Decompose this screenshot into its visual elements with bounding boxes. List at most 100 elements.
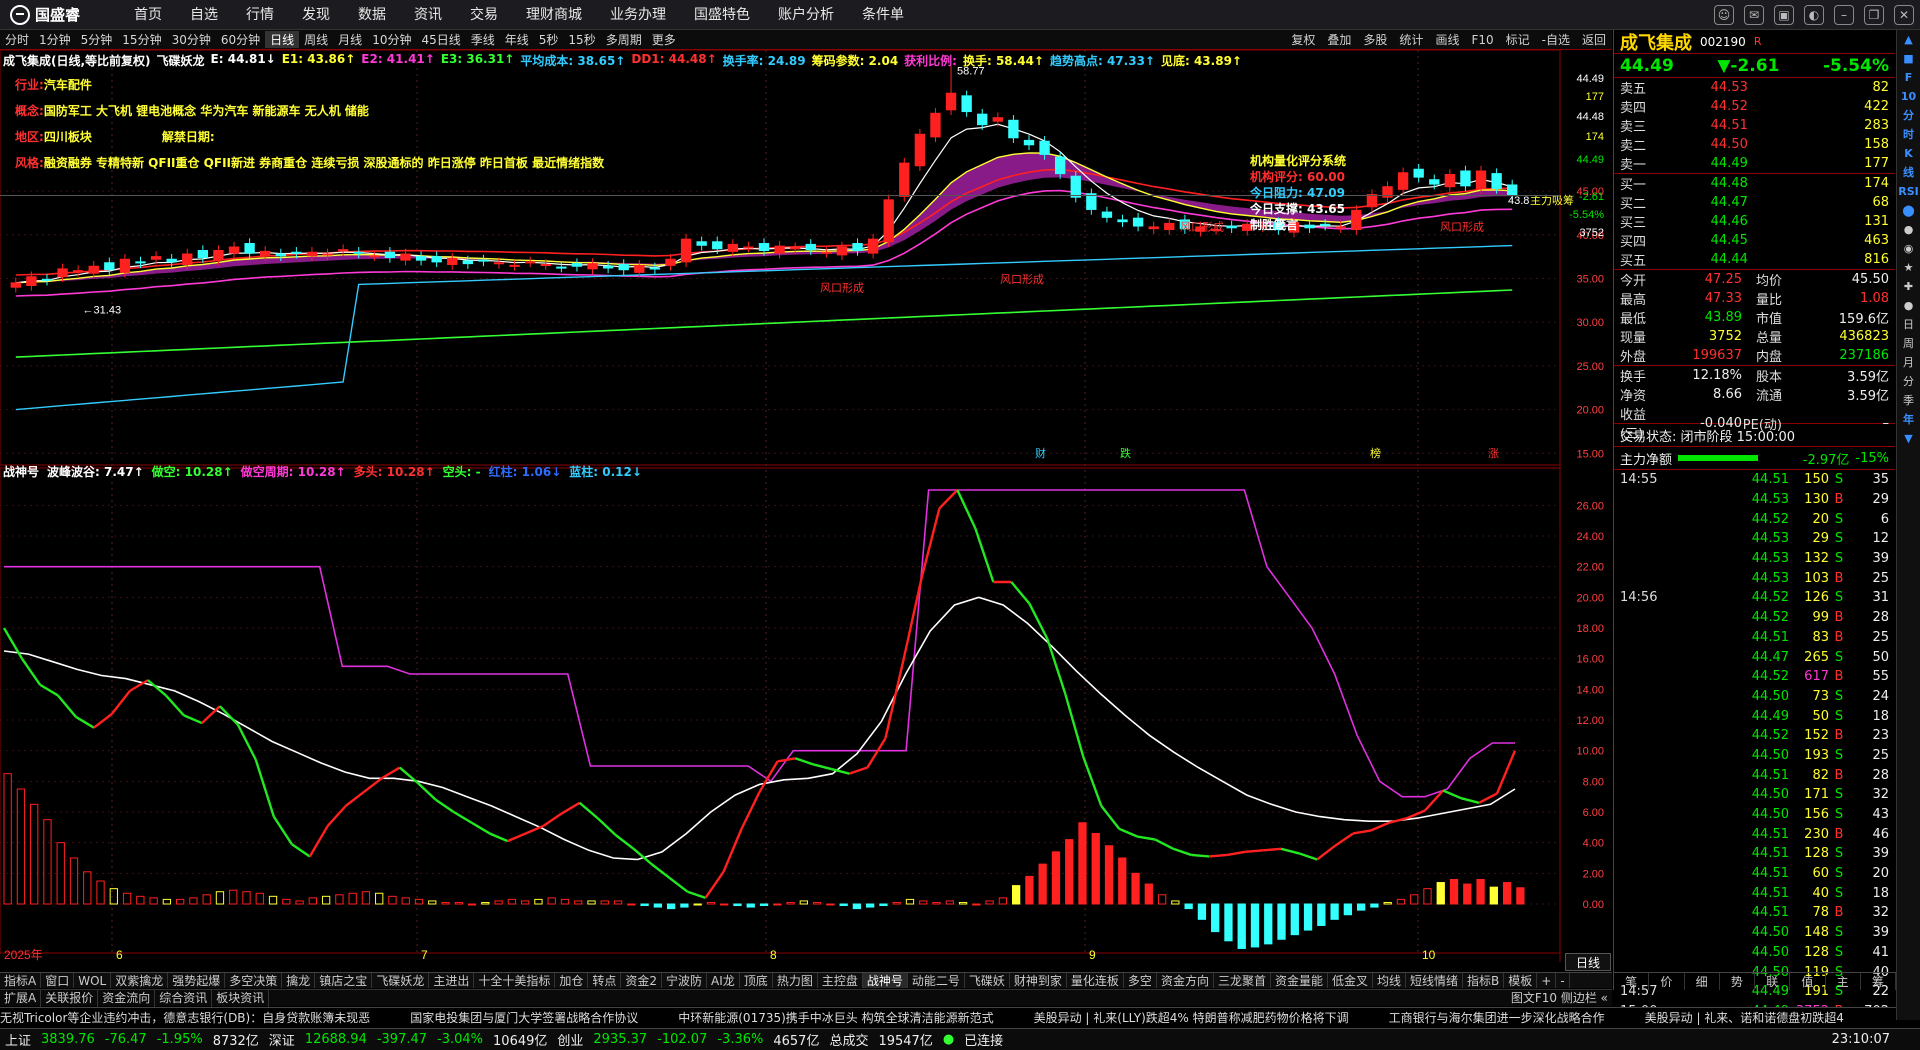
tool-7[interactable]: -自选 bbox=[1536, 30, 1576, 50]
period-11[interactable]: 季线 bbox=[466, 31, 500, 48]
indicator-tab-7[interactable]: 镇店之宝 bbox=[315, 973, 373, 988]
side-tool-16[interactable]: 周 bbox=[1897, 334, 1920, 353]
f10-sidebar-toggle[interactable]: 图文F10 侧边栏 « bbox=[1507, 990, 1612, 1007]
side-tool-11[interactable]: ◉ bbox=[1897, 239, 1920, 258]
indicator-tab-31[interactable]: 指标B bbox=[1463, 973, 1505, 988]
side-tool-6[interactable]: K bbox=[1897, 144, 1920, 163]
side-tool-10[interactable]: ● bbox=[1897, 220, 1920, 239]
ask-row[interactable]: 卖一 44.49 177 bbox=[1614, 154, 1895, 173]
side-tool-18[interactable]: 分 bbox=[1897, 372, 1920, 391]
tick-row[interactable]: 44.50 193 S 25 bbox=[1614, 746, 1895, 766]
side-tool-4[interactable]: 分 bbox=[1897, 106, 1920, 125]
indicator-tab-2[interactable]: WOL bbox=[74, 973, 112, 988]
ask-row[interactable]: 卖四 44.52 422 bbox=[1614, 97, 1895, 116]
menu-item-11[interactable]: 条件单 bbox=[848, 0, 918, 30]
tool-8[interactable]: 返回 bbox=[1576, 30, 1612, 50]
menu-item-4[interactable]: 数据 bbox=[344, 0, 400, 30]
indicator-tab-30[interactable]: 短线情绪 bbox=[1406, 973, 1464, 988]
close-icon[interactable]: ✕ bbox=[1894, 5, 1914, 25]
indicator-tab-33[interactable]: + bbox=[1537, 973, 1557, 988]
info-tab-4[interactable]: 板块资讯 bbox=[212, 989, 270, 1007]
indicator-tab-34[interactable]: - bbox=[1556, 973, 1570, 988]
tool-4[interactable]: 画线 bbox=[1429, 30, 1465, 50]
app-logo[interactable]: 国盛睿 bbox=[0, 4, 120, 25]
menu-item-9[interactable]: 国盛特色 bbox=[680, 0, 764, 30]
tick-row[interactable]: 44.50 128 S 41 bbox=[1614, 943, 1895, 963]
tick-row[interactable]: 44.53 130 B 29 bbox=[1614, 490, 1895, 510]
side-tool-20[interactable]: 年 bbox=[1897, 410, 1920, 429]
period-3[interactable]: 15分钟 bbox=[117, 31, 166, 48]
bid-row[interactable]: 买三 44.46 131 bbox=[1614, 212, 1895, 231]
indicator-tab-25[interactable]: 资金方向 bbox=[1157, 973, 1214, 988]
menu-item-3[interactable]: 发现 bbox=[288, 0, 344, 30]
news-ticker[interactable]: 无视Tricolor等企业违约冲击，德意志银行(DB)：自身贷款账簿未现恶 国家电… bbox=[0, 1007, 1896, 1027]
indicator-tab-23[interactable]: 量化连板 bbox=[1067, 973, 1124, 988]
mail-icon[interactable]: ✉ bbox=[1744, 5, 1764, 25]
indicator-tab-26[interactable]: 三龙聚首 bbox=[1214, 973, 1271, 988]
tick-row[interactable]: 44.50 73 S 24 bbox=[1614, 687, 1895, 707]
side-tool-8[interactable]: RSI bbox=[1897, 182, 1920, 201]
menu-item-5[interactable]: 资讯 bbox=[400, 0, 456, 30]
info-tab-2[interactable]: 资金流向 bbox=[98, 989, 156, 1007]
tick-row[interactable]: 44.47 265 S 50 bbox=[1614, 647, 1895, 667]
period-12[interactable]: 年线 bbox=[500, 31, 534, 48]
sz-label[interactable]: 深证 bbox=[264, 1030, 300, 1049]
indicator-tab-0[interactable]: 指标A bbox=[0, 973, 42, 988]
indicator-tab-6[interactable]: 擒龙 bbox=[282, 973, 316, 988]
period-8[interactable]: 月线 bbox=[333, 31, 367, 48]
tick-row[interactable]: 44.53 103 B 25 bbox=[1614, 568, 1895, 588]
tick-row[interactable]: 44.52 617 B 55 bbox=[1614, 667, 1895, 687]
side-tool-14[interactable]: ● bbox=[1897, 296, 1920, 315]
kline-chart-svg[interactable]: 2025年 6 7 8 9 1015.0020.0025.0030.0035.0040.0… bbox=[0, 50, 1612, 962]
side-tool-3[interactable]: 10 bbox=[1897, 87, 1920, 106]
period-2[interactable]: 5分钟 bbox=[76, 31, 118, 48]
sh-label[interactable]: 上证 bbox=[0, 1030, 36, 1049]
tick-row[interactable]: 44.51 230 B 46 bbox=[1614, 824, 1895, 844]
tick-row[interactable]: 44.50 148 S 39 bbox=[1614, 923, 1895, 943]
menu-item-1[interactable]: 自选 bbox=[176, 0, 232, 30]
tool-2[interactable]: 多股 bbox=[1357, 30, 1393, 50]
indicator-tab-32[interactable]: 模板 bbox=[1504, 973, 1538, 988]
side-tool-15[interactable]: 日 bbox=[1897, 315, 1920, 334]
bid-row[interactable]: 买二 44.47 68 bbox=[1614, 193, 1895, 212]
quote-tab-5[interactable]: 值 bbox=[1790, 973, 1826, 990]
period-9[interactable]: 10分钟 bbox=[367, 31, 416, 48]
period-5[interactable]: 60分钟 bbox=[216, 31, 265, 48]
indicator-tab-10[interactable]: 十全十美指标 bbox=[474, 973, 556, 988]
side-tool-19[interactable]: 季 bbox=[1897, 391, 1920, 410]
quote-tab-2[interactable]: 细 bbox=[1685, 973, 1720, 990]
quote-tab-1[interactable]: 价 bbox=[1649, 973, 1685, 990]
indicator-tab-14[interactable]: 宁波防 bbox=[662, 973, 708, 988]
tool-5[interactable]: F10 bbox=[1465, 30, 1499, 50]
restore-icon[interactable]: ❐ bbox=[1864, 5, 1884, 25]
user-icon[interactable]: ◐ bbox=[1804, 5, 1824, 25]
period-7[interactable]: 周线 bbox=[299, 31, 333, 48]
side-tool-1[interactable]: ■ bbox=[1897, 49, 1920, 68]
tick-row[interactable]: 14:56 44.52 126 S 31 bbox=[1614, 588, 1895, 608]
indicator-tab-19[interactable]: 战神号 bbox=[862, 973, 908, 988]
chat-icon[interactable]: ☺ bbox=[1714, 5, 1734, 25]
indicator-tab-28[interactable]: 低金叉 bbox=[1328, 973, 1373, 988]
menu-item-0[interactable]: 首页 bbox=[120, 0, 176, 30]
tick-row[interactable]: 44.53 132 S 39 bbox=[1614, 549, 1895, 569]
tick-row[interactable]: 44.53 29 S 12 bbox=[1614, 529, 1895, 549]
ticker-item[interactable]: 国家电投集团与厦门大学签署战略合作协议 bbox=[410, 1011, 638, 1025]
side-tool-21[interactable]: ▼ bbox=[1897, 429, 1920, 448]
menu-item-7[interactable]: 理财商城 bbox=[512, 0, 596, 30]
tick-row[interactable]: 44.52 20 S 6 bbox=[1614, 509, 1895, 529]
tick-row[interactable]: 44.51 40 S 18 bbox=[1614, 883, 1895, 903]
tick-row[interactable]: 44.51 78 B 32 bbox=[1614, 903, 1895, 923]
indicator-tab-17[interactable]: 热力图 bbox=[773, 973, 818, 988]
tick-row[interactable]: 44.50 156 S 43 bbox=[1614, 805, 1895, 825]
tool-0[interactable]: 复权 bbox=[1285, 30, 1321, 50]
side-tool-0[interactable]: ▲ bbox=[1897, 30, 1920, 49]
period-6[interactable]: 日线 bbox=[265, 31, 300, 48]
quote-tab-4[interactable]: 联 bbox=[1755, 973, 1791, 990]
ticker-item[interactable]: 美股异动 | 礼来、诺和诺德盘初跌超4 bbox=[1645, 1011, 1844, 1025]
quote-tab-6[interactable]: 主 bbox=[1826, 973, 1861, 990]
period-13[interactable]: 5秒 bbox=[534, 31, 564, 48]
indicator-tab-20[interactable]: 动能二号 bbox=[908, 973, 965, 988]
tick-row[interactable]: 44.51 60 S 20 bbox=[1614, 864, 1895, 884]
indicator-tab-3[interactable]: 双紫擒龙 bbox=[111, 973, 169, 988]
side-tool-9[interactable]: ⬤ bbox=[1897, 201, 1920, 220]
